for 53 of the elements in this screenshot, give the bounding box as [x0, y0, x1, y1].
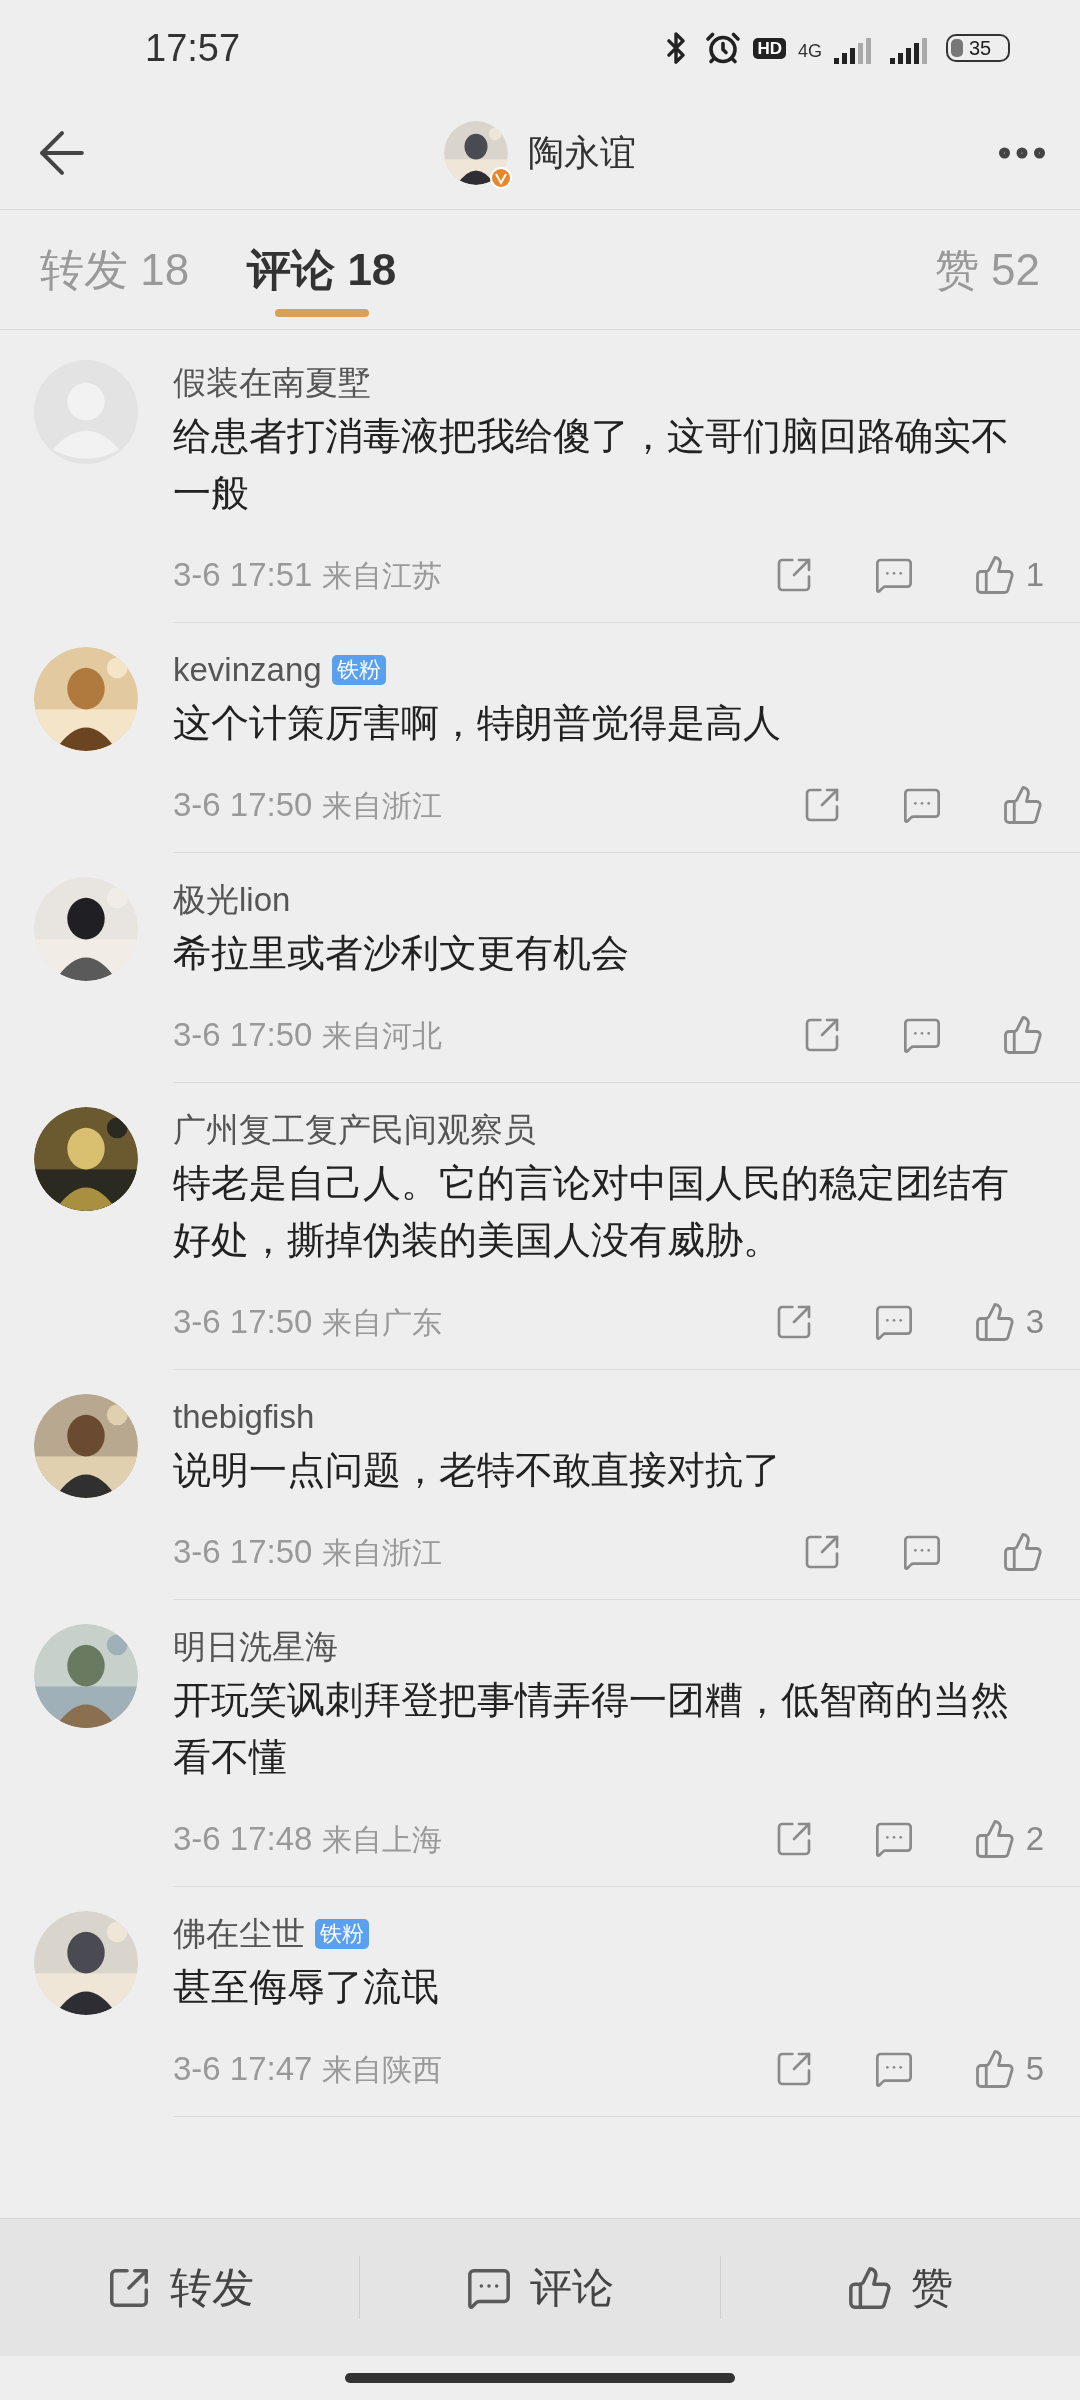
like-icon[interactable]	[1002, 1531, 1044, 1573]
comment-location: 来自河北	[322, 1017, 443, 1054]
comment-time: 3-6 17:50	[173, 1302, 313, 1343]
username[interactable]: kevinzang	[173, 645, 322, 695]
like-count: 3	[1025, 1302, 1044, 1343]
battery-indicator: 35	[946, 34, 1010, 62]
comment-text: 开玩笑讽刺拜登把事情弄得一团糟，低智商的当然看不懂	[173, 1678, 1010, 1780]
like-icon[interactable]	[1002, 1014, 1044, 1056]
like-count: 2	[1025, 1819, 1044, 1860]
username[interactable]: 极光lion	[173, 875, 291, 925]
network-label: 4G	[798, 40, 822, 63]
comment-location: 来自浙江	[322, 1534, 443, 1571]
like-icon[interactable]	[973, 2048, 1016, 2090]
like-icon[interactable]	[973, 1301, 1016, 1343]
username[interactable]: 假装在南夏墅	[173, 358, 371, 408]
like-icon[interactable]	[973, 554, 1016, 596]
comment-location: 来自陕西	[322, 2051, 443, 2088]
comment-text: 甚至侮辱了流氓	[173, 1965, 440, 2010]
like-count: 5	[1025, 2049, 1044, 2090]
tab[interactable]: 评论 18	[247, 210, 397, 329]
page-title: 陶永谊	[528, 130, 636, 175]
bottom-action-button[interactable]: 转发	[0, 2256, 360, 2319]
like-icon[interactable]	[973, 1818, 1016, 1860]
bottom-action-button[interactable]: 赞	[719, 2256, 1080, 2319]
like-icon[interactable]	[1002, 784, 1044, 826]
comment-time: 3-6 17:51	[173, 555, 313, 596]
comment-time: 3-6 17:50	[173, 1015, 313, 1056]
comment-location: 来自上海	[322, 1821, 443, 1858]
comment-text: 这个计策厉害啊，特朗普觉得是高人	[173, 701, 782, 746]
fan-badge: 铁粉	[315, 1919, 369, 1949]
comment-time: 3-6 17:47	[173, 2049, 313, 2090]
username[interactable]: thebigfish	[173, 1392, 315, 1442]
verified-badge-icon	[490, 166, 512, 189]
comment-time: 3-6 17:48	[173, 1819, 313, 1860]
username[interactable]: 明日洗星海	[173, 1622, 338, 1672]
like-count: 1	[1025, 555, 1044, 596]
like-icon	[847, 2264, 894, 2311]
username[interactable]: 广州复工复产民间观察员	[173, 1105, 536, 1155]
comment-location: 来自广东	[322, 1304, 443, 1341]
comment-location: 来自江苏	[322, 557, 443, 594]
comment-text: 给患者打消毒液把我给傻了，这哥们脑回路确实不一般	[173, 414, 1010, 516]
bottom-action-button[interactable]: 评论	[359, 2256, 720, 2319]
comment-time: 3-6 17:50	[173, 785, 313, 826]
comment-time: 3-6 17:50	[173, 1532, 313, 1573]
comment-text: 希拉里或者沙利文更有机会	[173, 931, 630, 976]
status-time: 17:57	[145, 25, 241, 71]
username[interactable]: 佛在尘世	[173, 1909, 305, 1959]
hd-badge: HD	[753, 37, 786, 59]
alarm-icon	[705, 30, 742, 66]
comment-text: 特老是自己人。它的言论对中国人民的稳定团结有好处，撕掉伪装的美国人没有威胁。	[173, 1161, 1010, 1263]
comment-location: 来自浙江	[322, 787, 443, 824]
fan-badge: 铁粉	[331, 655, 386, 685]
comment-text: 说明一点问题，老特不敢直接对抗了	[173, 1448, 782, 1493]
